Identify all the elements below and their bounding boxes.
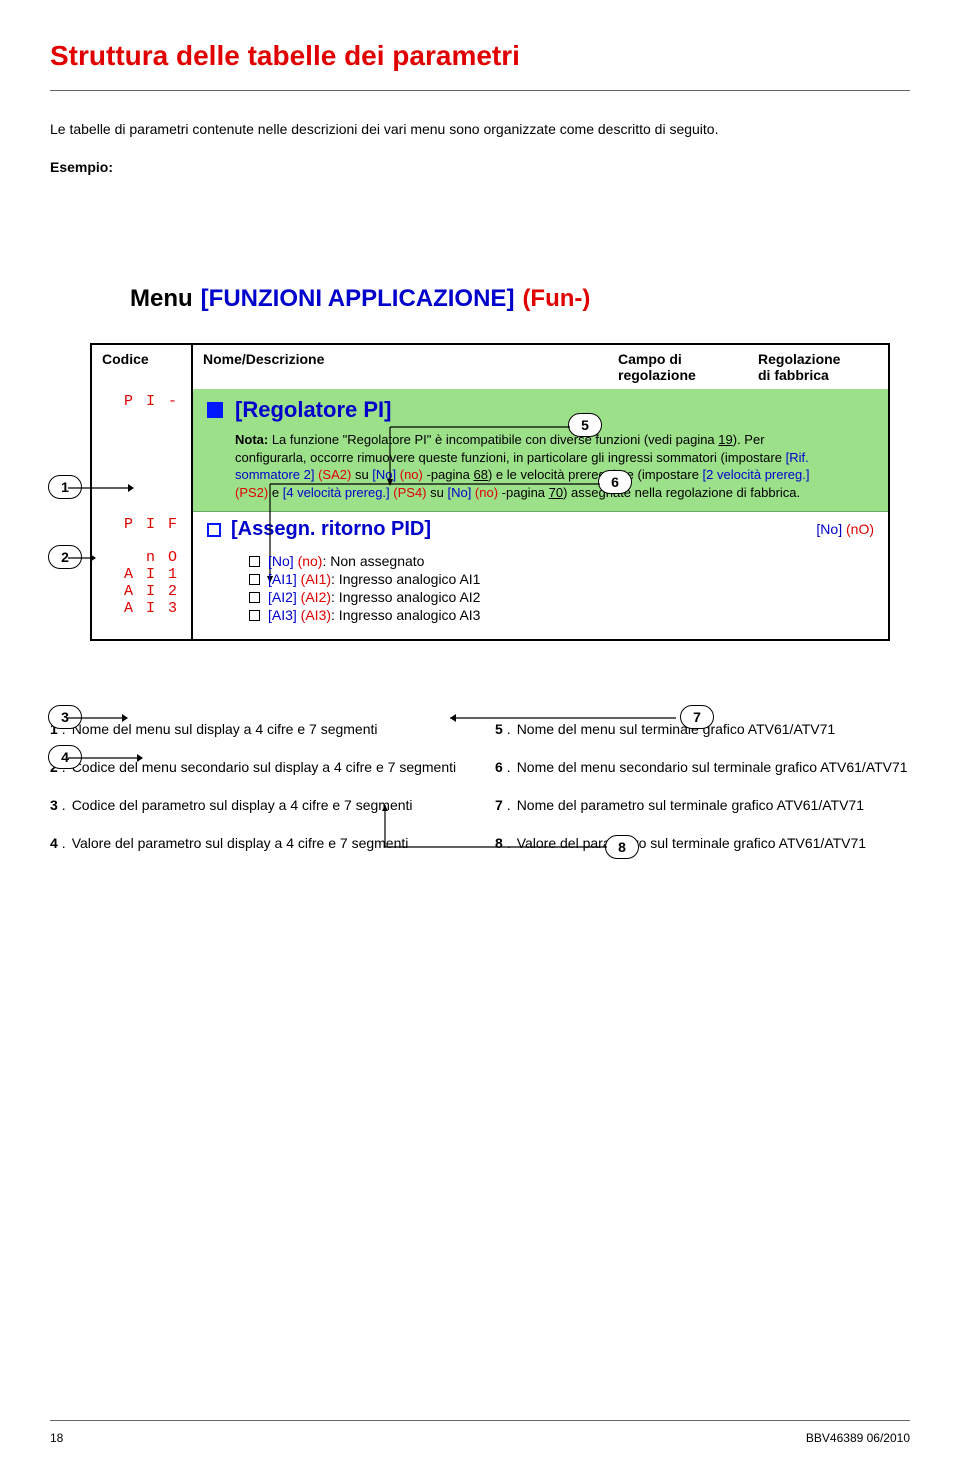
- page-number: 18: [50, 1431, 63, 1445]
- bullet-outline-icon: [207, 523, 221, 537]
- param-assegn-row: [Assegn. ritorno PID]: [193, 512, 748, 547]
- intro-paragraph: Le tabelle di parametri contenute nelle …: [50, 121, 910, 137]
- param-options: [No] (no): Non assegnato [AI1] (AI1): In…: [193, 547, 888, 639]
- title-rule: [50, 90, 910, 91]
- callout-4: 4: [48, 745, 82, 769]
- example-label: Esempio:: [50, 159, 910, 175]
- header-regolazione: Regolazionedi fabbrica: [748, 345, 888, 389]
- legend-item-6: 6.Nome del menu secondario sul terminale…: [495, 759, 910, 775]
- legend-item-1: 1.Nome del menu sul display a 4 cifre e …: [50, 721, 465, 737]
- factory-default-value: [No] (nO): [816, 521, 888, 537]
- legend-item-4: 4.Valore del parametro sul display a 4 c…: [50, 835, 465, 851]
- parameter-table: Codice Nome/Descrizione Campo diregolazi…: [90, 343, 890, 641]
- code-options-col: n O A I 1 A I 2 A I 3: [92, 547, 192, 639]
- page-footer: 18 BBV46389 06/2010: [50, 1420, 910, 1445]
- legend-item-8: 8.Valore del parametro sul terminale gra…: [495, 835, 910, 851]
- callout-1: 1: [48, 475, 82, 499]
- legend-item-3: 3.Codice del parametro sul display a 4 c…: [50, 797, 465, 813]
- doc-number: BBV46389 06/2010: [806, 1431, 910, 1445]
- legend-item-2: 2.Codice del menu secondario sul display…: [50, 759, 465, 775]
- code-pi-menu: P I -: [92, 389, 192, 512]
- header-campo: Campo diregolazione: [608, 345, 748, 389]
- bullet-solid-icon: [207, 402, 223, 418]
- callout-2: 2: [48, 545, 82, 569]
- header-nome: Nome/Descrizione: [192, 345, 608, 389]
- callout-7: 7: [680, 705, 714, 729]
- legend-item-7: 7.Nome del parametro sul terminale grafi…: [495, 797, 910, 813]
- callout-6: 6: [598, 470, 632, 494]
- callout-8: 8: [605, 835, 639, 859]
- regulator-pi-note: Nota: La funzione "Regolatore PI" è inco…: [235, 431, 874, 501]
- header-codice: Codice: [92, 345, 192, 389]
- callout-5: 5: [568, 413, 602, 437]
- regulator-pi-title: [Regolatore PI]: [235, 397, 391, 423]
- regulator-pi-box: [Regolatore PI] Nota: La funzione "Regol…: [193, 389, 888, 512]
- legend-list: 1.Nome del menu sul display a 4 cifre e …: [50, 721, 910, 851]
- menu-title-row: Menu [FUNZIONI APPLICAZIONE] (Fun-): [130, 285, 910, 313]
- arrow-7-to-paramname: [450, 717, 682, 719]
- menu-code: (Fun-): [522, 285, 590, 313]
- code-pif: P I F: [92, 512, 192, 547]
- example-diagram: 1 2 3 4 5 6 7 8 Menu [FUNZIONI APPLICAZI…: [50, 215, 910, 641]
- param-assegn-name: [Assegn. ritorno PID]: [231, 518, 431, 541]
- menu-label: Menu: [130, 285, 193, 313]
- page-title: Struttura delle tabelle dei parametri: [50, 40, 910, 72]
- menu-name: [FUNZIONI APPLICAZIONE]: [201, 285, 515, 313]
- callout-3: 3: [48, 705, 82, 729]
